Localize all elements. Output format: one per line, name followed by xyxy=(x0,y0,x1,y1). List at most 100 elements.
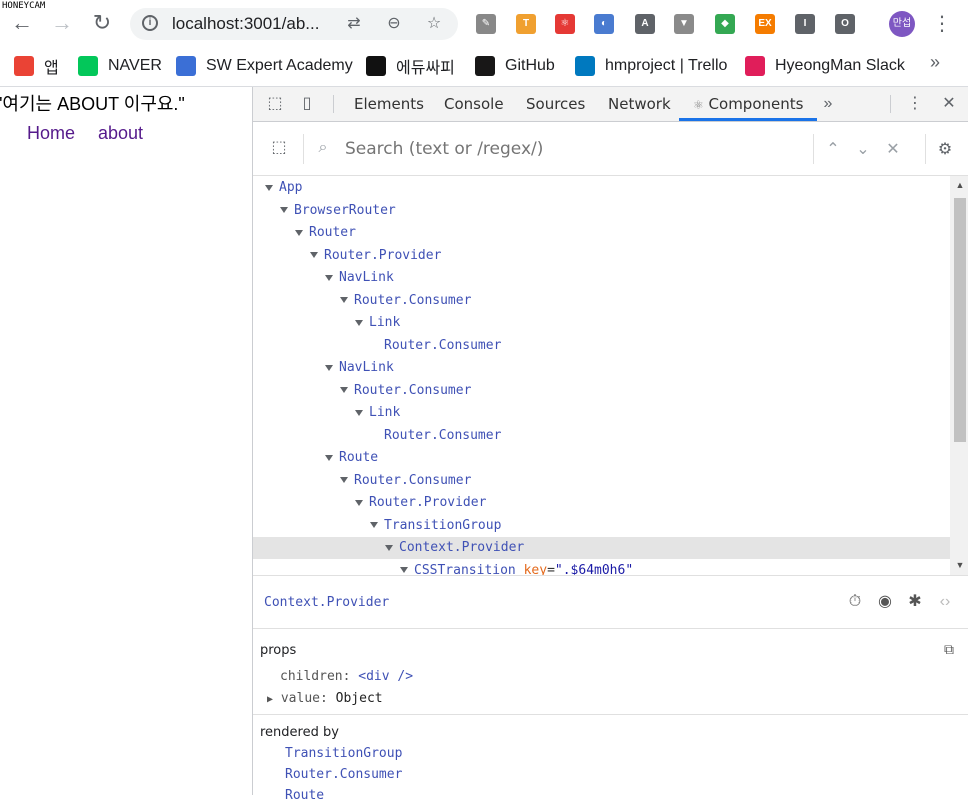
expand-triangle-icon[interactable] xyxy=(385,544,393,551)
tree-node[interactable]: Router xyxy=(253,222,950,244)
url-text[interactable]: localhost:3001/ab... xyxy=(172,14,319,34)
vue-devtools-icon[interactable]: ▼ xyxy=(674,14,694,34)
view-source-icon[interactable]: ‹› xyxy=(935,592,955,612)
rendered-by-item[interactable]: Route xyxy=(285,788,324,803)
reload-icon: ↻ xyxy=(92,10,112,35)
bookmarks-overflow-icon[interactable]: » xyxy=(930,52,940,73)
scroll-up-icon[interactable]: ▲ xyxy=(955,180,965,190)
tree-node[interactable]: Router.Consumer xyxy=(253,380,950,402)
tree-node[interactable]: CSSTransition key=".$64m0h6" xyxy=(253,560,950,576)
tree-node[interactable]: Route xyxy=(253,447,950,469)
bookmark-item[interactable]: NAVER xyxy=(78,55,162,77)
tree-node-label: Router.Provider xyxy=(369,495,487,510)
expand-triangle-icon[interactable] xyxy=(280,207,288,213)
tree-node[interactable]: TransitionGroup xyxy=(253,515,950,537)
devtools-menu-icon[interactable]: ⋮ xyxy=(905,95,925,113)
component-search-input[interactable] xyxy=(343,136,807,162)
tree-node[interactable]: Router.Provider xyxy=(253,492,950,514)
more-tabs-icon[interactable]: » xyxy=(818,95,838,113)
expand-triangle-icon[interactable] xyxy=(295,229,303,236)
tree-node[interactable]: NavLink xyxy=(253,357,950,379)
address-bar[interactable]: i localhost:3001/ab... ⇄ ⊖ ☆ xyxy=(130,8,458,40)
forward-button[interactable]: → xyxy=(48,9,76,37)
bookmark-item[interactable]: hmproject | Trello xyxy=(575,55,727,77)
eye-icon[interactable]: ◉ xyxy=(875,592,895,612)
bookmark-star-icon[interactable]: ☆ xyxy=(424,14,444,34)
scrollbar-thumb[interactable] xyxy=(954,198,966,442)
bookmark-item[interactable]: SW Expert Academy xyxy=(176,55,353,77)
clear-search-icon[interactable]: ✕ xyxy=(883,139,903,159)
reload-button[interactable]: ↻ xyxy=(88,9,116,37)
bookmark-item[interactable]: GitHub xyxy=(475,55,555,77)
tab-sources[interactable]: Sources xyxy=(526,87,585,121)
expand-triangle-icon[interactable] xyxy=(340,477,348,483)
expand-triangle-icon[interactable] xyxy=(400,567,408,573)
key-value: ".$64m0h6" xyxy=(554,562,634,576)
about-link[interactable]: about xyxy=(98,123,143,144)
settings-gear-icon[interactable]: ⚙ xyxy=(935,139,955,159)
rendered-by-item[interactable]: Router.Consumer xyxy=(285,767,402,782)
tree-node[interactable]: Router.Consumer xyxy=(253,335,950,357)
expand-triangle-icon[interactable] xyxy=(355,319,363,326)
scroll-down-icon[interactable]: ▼ xyxy=(955,560,965,570)
tree-node[interactable]: Link xyxy=(253,402,950,424)
a-ext-icon[interactable]: A xyxy=(635,14,655,34)
expand-triangle-icon[interactable] xyxy=(370,522,378,528)
stopwatch-icon[interactable]: ⏱ xyxy=(845,592,865,612)
back-button[interactable]: ← xyxy=(8,9,36,37)
zoom-icon[interactable]: ⊖ xyxy=(384,14,404,34)
prop-value-row[interactable]: ▶ value: Object xyxy=(267,691,383,706)
tree-node[interactable]: BrowserRouter xyxy=(253,200,950,222)
tree-node[interactable]: NavLink xyxy=(253,267,950,289)
home-link[interactable]: Home xyxy=(27,123,75,144)
circle-ext-icon[interactable]: ◐ xyxy=(594,14,614,34)
expand-triangle-icon[interactable] xyxy=(325,274,333,281)
expand-triangle-icon[interactable] xyxy=(325,454,333,461)
expand-triangle-icon[interactable] xyxy=(340,297,348,303)
react-devtools-icon[interactable]: ⚛ xyxy=(555,14,575,34)
tree-node[interactable]: Router.Consumer xyxy=(253,425,950,447)
select-component-icon[interactable]: ⬚ xyxy=(269,139,289,157)
chevron-down-icon[interactable]: ⌄ xyxy=(853,139,873,159)
expand-arrow-icon[interactable]: ▶ xyxy=(267,694,273,705)
ex-ext-icon[interactable]: EX xyxy=(755,14,775,34)
bug-icon[interactable]: ✱ xyxy=(905,592,925,612)
tree-node[interactable]: Router.Consumer xyxy=(253,470,950,492)
tab-elements[interactable]: Elements xyxy=(354,87,424,121)
inspector-header: Context.Provider ⏱ ◉ ✱ ‹› xyxy=(253,575,968,629)
tree-node[interactable]: Link xyxy=(253,312,950,334)
bookmark-item[interactable]: 앱 xyxy=(14,55,59,77)
chevron-up-icon[interactable]: ⌃ xyxy=(823,139,843,159)
tree-scrollbar[interactable]: ▲ ▼ xyxy=(950,176,968,575)
rendered-by-item[interactable]: TransitionGroup xyxy=(285,746,402,761)
tab-network[interactable]: Network xyxy=(608,87,671,121)
tree-node[interactable]: App xyxy=(253,177,950,199)
tree-node[interactable]: Context.Provider xyxy=(253,537,950,559)
info-icon[interactable]: i xyxy=(142,15,158,31)
expand-triangle-icon[interactable] xyxy=(265,184,273,191)
browser-menu-icon[interactable]: ⋮ xyxy=(932,12,952,36)
inspect-element-icon[interactable]: ⬚ xyxy=(265,95,285,113)
tree-node[interactable]: Router.Provider xyxy=(253,245,950,267)
device-toolbar-icon[interactable]: ▯ xyxy=(297,95,317,113)
copy-props-icon[interactable]: ⧉ xyxy=(939,639,959,659)
extension-t-icon[interactable]: T xyxy=(516,14,536,34)
expand-triangle-icon[interactable] xyxy=(355,499,363,506)
prop-value[interactable]: <div /> xyxy=(358,669,413,684)
translate-icon[interactable]: ⇄ xyxy=(344,14,364,34)
tree-node[interactable]: Router.Consumer xyxy=(253,290,950,312)
expand-triangle-icon[interactable] xyxy=(355,409,363,416)
expand-triangle-icon[interactable] xyxy=(325,364,333,371)
bookmark-item[interactable]: 에듀싸피 xyxy=(366,55,455,77)
i-ext-icon[interactable]: I xyxy=(795,14,815,34)
close-devtools-icon[interactable]: ✕ xyxy=(939,95,959,113)
o-ext-icon[interactable]: O xyxy=(835,14,855,34)
tab-console[interactable]: Console xyxy=(444,87,504,121)
tab-components[interactable]: ⚛ Components xyxy=(679,87,818,121)
green-ext-icon[interactable]: ◆ xyxy=(715,14,735,34)
profile-avatar[interactable]: 만섭 xyxy=(889,11,915,37)
eyedropper-icon[interactable]: ✎ xyxy=(476,14,496,34)
expand-triangle-icon[interactable] xyxy=(310,252,318,258)
expand-triangle-icon[interactable] xyxy=(340,387,348,393)
bookmark-item[interactable]: HyeongMan Slack xyxy=(745,55,905,77)
